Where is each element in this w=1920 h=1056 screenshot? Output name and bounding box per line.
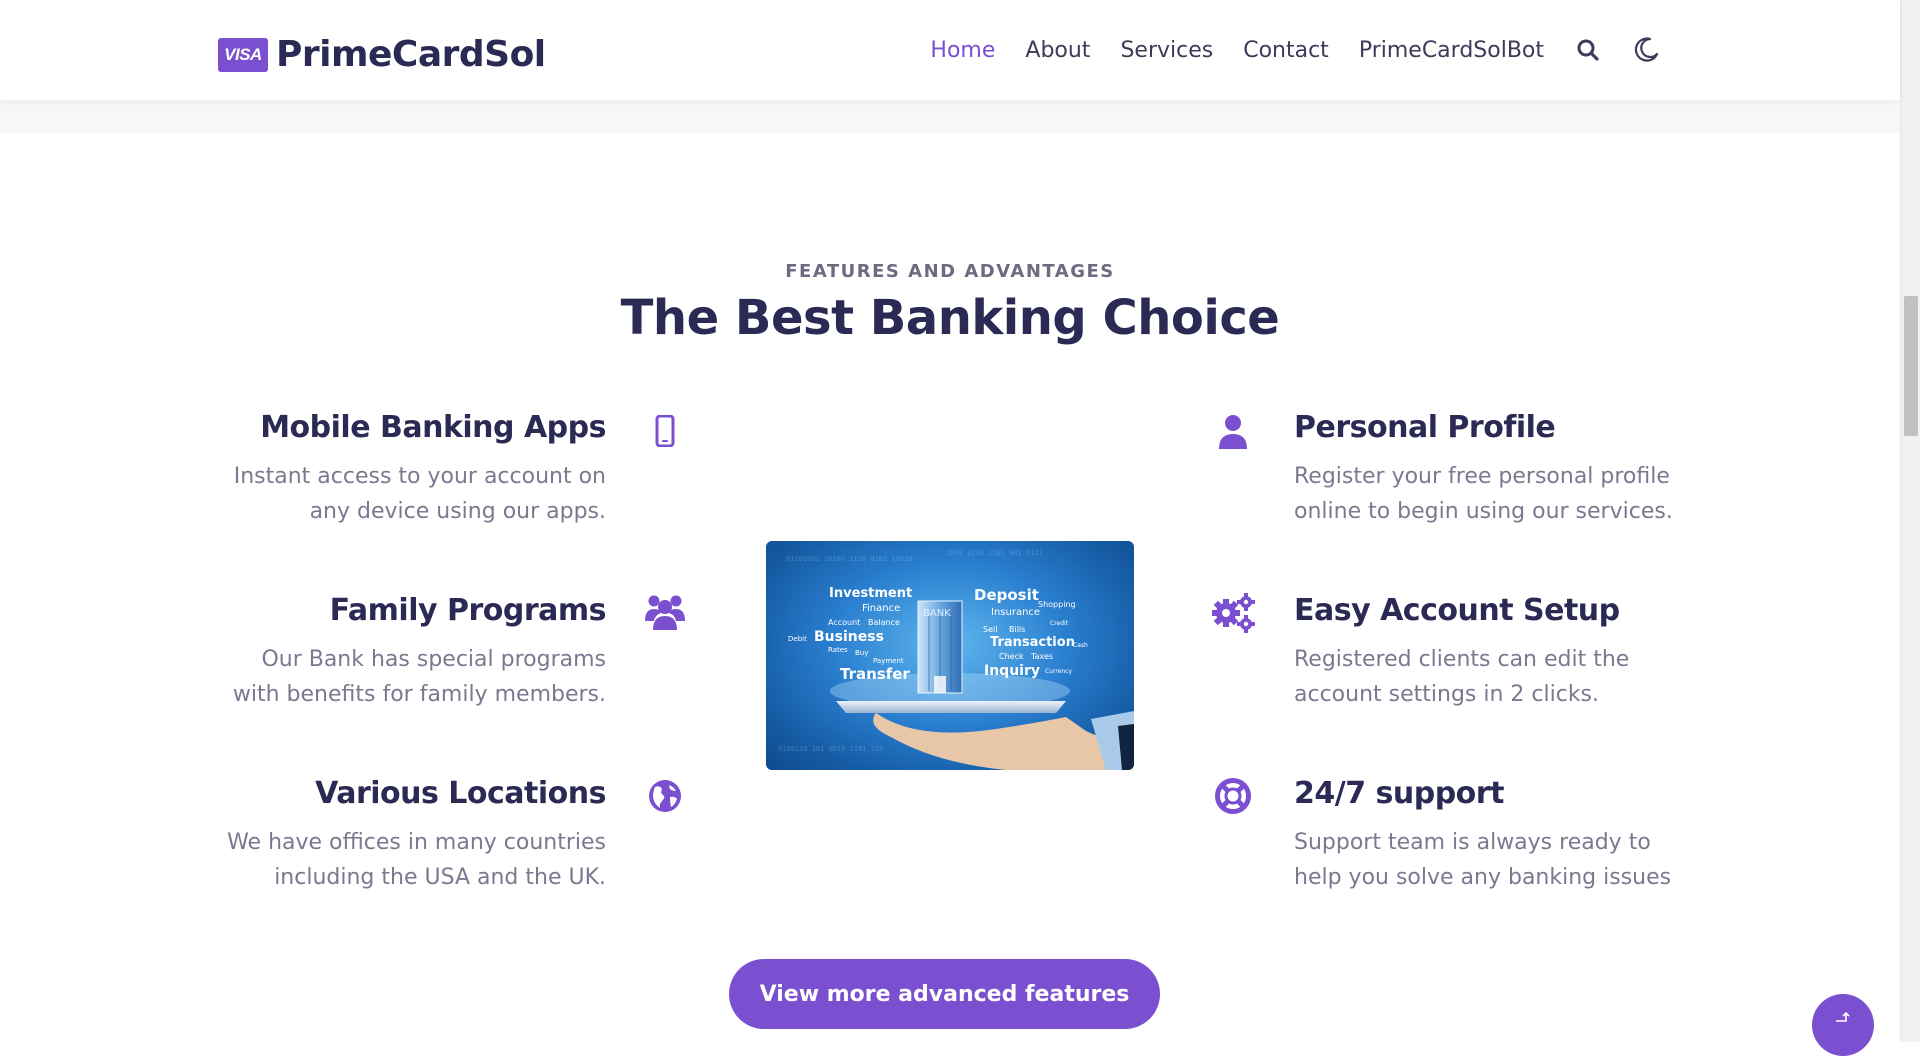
image-word: Balance	[868, 618, 900, 627]
image-word: Insurance	[991, 607, 1041, 618]
image-word: Sell	[983, 625, 998, 634]
life-ring-icon	[1211, 774, 1255, 818]
view-more-features-button[interactable]: View more advanced features	[729, 959, 1160, 1029]
nav-item-services[interactable]: Services	[1120, 38, 1213, 63]
image-word: Finance	[862, 603, 901, 614]
feature-various-locations: Various Locations We have offices in man…	[156, 776, 606, 895]
image-word: Payment	[873, 657, 904, 665]
users-group-icon	[643, 590, 687, 634]
section-eyebrow: FEATURES AND ADVANTAGES	[785, 261, 1115, 282]
visa-badge: VISA	[218, 37, 268, 72]
svg-text:0100110 101 0010 1101 110: 0100110 101 0010 1101 110	[778, 745, 883, 753]
feature-personal-profile: Personal Profile Register your free pers…	[1294, 410, 1744, 529]
image-word: Business	[814, 629, 884, 645]
image-word: Bills	[1009, 625, 1026, 634]
image-word: Investment	[829, 586, 913, 601]
arrow-up-icon	[1833, 1010, 1853, 1029]
image-word: Inquiry	[984, 663, 1040, 679]
feature-family-programs: Family Programs Our Bank has special pro…	[156, 593, 607, 712]
image-word: BANK	[923, 608, 951, 619]
svg-text:01101001 10100 1110 0101 10010: 01101001 10100 1110 0101 10010	[786, 555, 912, 563]
image-word: Debit	[788, 635, 807, 643]
feature-title: Easy Account Setup	[1294, 593, 1620, 628]
feature-support: 24/7 support Support team is always read…	[1294, 776, 1744, 895]
scrollbar-thumb[interactable]	[1904, 296, 1918, 436]
image-word: Credit	[1050, 620, 1069, 627]
feature-mobile-banking: Mobile Banking Apps Instant access to yo…	[156, 410, 607, 529]
gears-icon	[1211, 591, 1255, 635]
feature-description: Instant access to your account on any de…	[233, 464, 606, 524]
feature-title: Mobile Banking Apps	[260, 410, 606, 445]
user-icon	[1211, 410, 1255, 454]
image-word: Check	[999, 652, 1024, 661]
feature-description: Our Bank has special programs with benef…	[232, 647, 606, 707]
image-word: Rates	[828, 646, 848, 654]
page-scrollbar[interactable]	[1900, 0, 1920, 1042]
digital-banking-illustration: 01101001 10100 1110 0101 10010 1010 0110…	[766, 541, 1134, 770]
mobile-phone-icon	[643, 409, 687, 453]
image-word: Currency	[1045, 668, 1073, 675]
search-icon[interactable]	[1574, 36, 1602, 64]
feature-description: Support team is always ready to help you…	[1294, 830, 1672, 890]
nav-item-contact[interactable]: Contact	[1243, 38, 1329, 63]
image-word: Cash	[1073, 642, 1088, 649]
image-word: Taxes	[1031, 652, 1054, 661]
brand-logo[interactable]: VISA PrimeCardSol	[218, 34, 546, 75]
feature-title: Various Locations	[315, 776, 606, 811]
feature-description: Registered clients can edit the account …	[1294, 647, 1630, 707]
image-word: Transfer	[840, 665, 910, 683]
feature-easy-account-setup: Easy Account Setup Registered clients ca…	[1294, 593, 1744, 712]
header-band	[0, 100, 1900, 133]
image-word: Shopping	[1038, 600, 1076, 609]
image-word: Transaction	[990, 635, 1075, 650]
scroll-to-top-button[interactable]	[1812, 994, 1874, 1056]
nav-item-home[interactable]: Home	[930, 38, 995, 63]
nav-item-about[interactable]: About	[1025, 38, 1090, 63]
feature-title: 24/7 support	[1294, 776, 1504, 811]
image-word: Account	[828, 618, 861, 627]
site-header: VISA PrimeCardSol Home About Services Co…	[0, 0, 1900, 100]
section-title: The Best Banking Choice	[620, 290, 1280, 346]
svg-text:1010 0110 1101 001 0111: 1010 0110 1101 001 0111	[946, 549, 1043, 557]
nav-item-bot[interactable]: PrimeCardSolBot	[1359, 38, 1544, 63]
feature-description: We have offices in many countries includ…	[227, 830, 606, 890]
feature-title: Family Programs	[329, 593, 607, 628]
feature-title: Personal Profile	[1294, 410, 1556, 445]
feature-description: Register your free personal profile onli…	[1294, 464, 1673, 524]
globe-icon	[643, 774, 687, 818]
image-word: Deposit	[974, 586, 1039, 604]
main-nav: Home About Services Contact PrimeCardSol…	[930, 30, 1660, 70]
brand-name: PrimeCardSol	[276, 34, 546, 75]
image-word: Buy	[855, 649, 869, 657]
moon-icon[interactable]	[1632, 36, 1660, 64]
